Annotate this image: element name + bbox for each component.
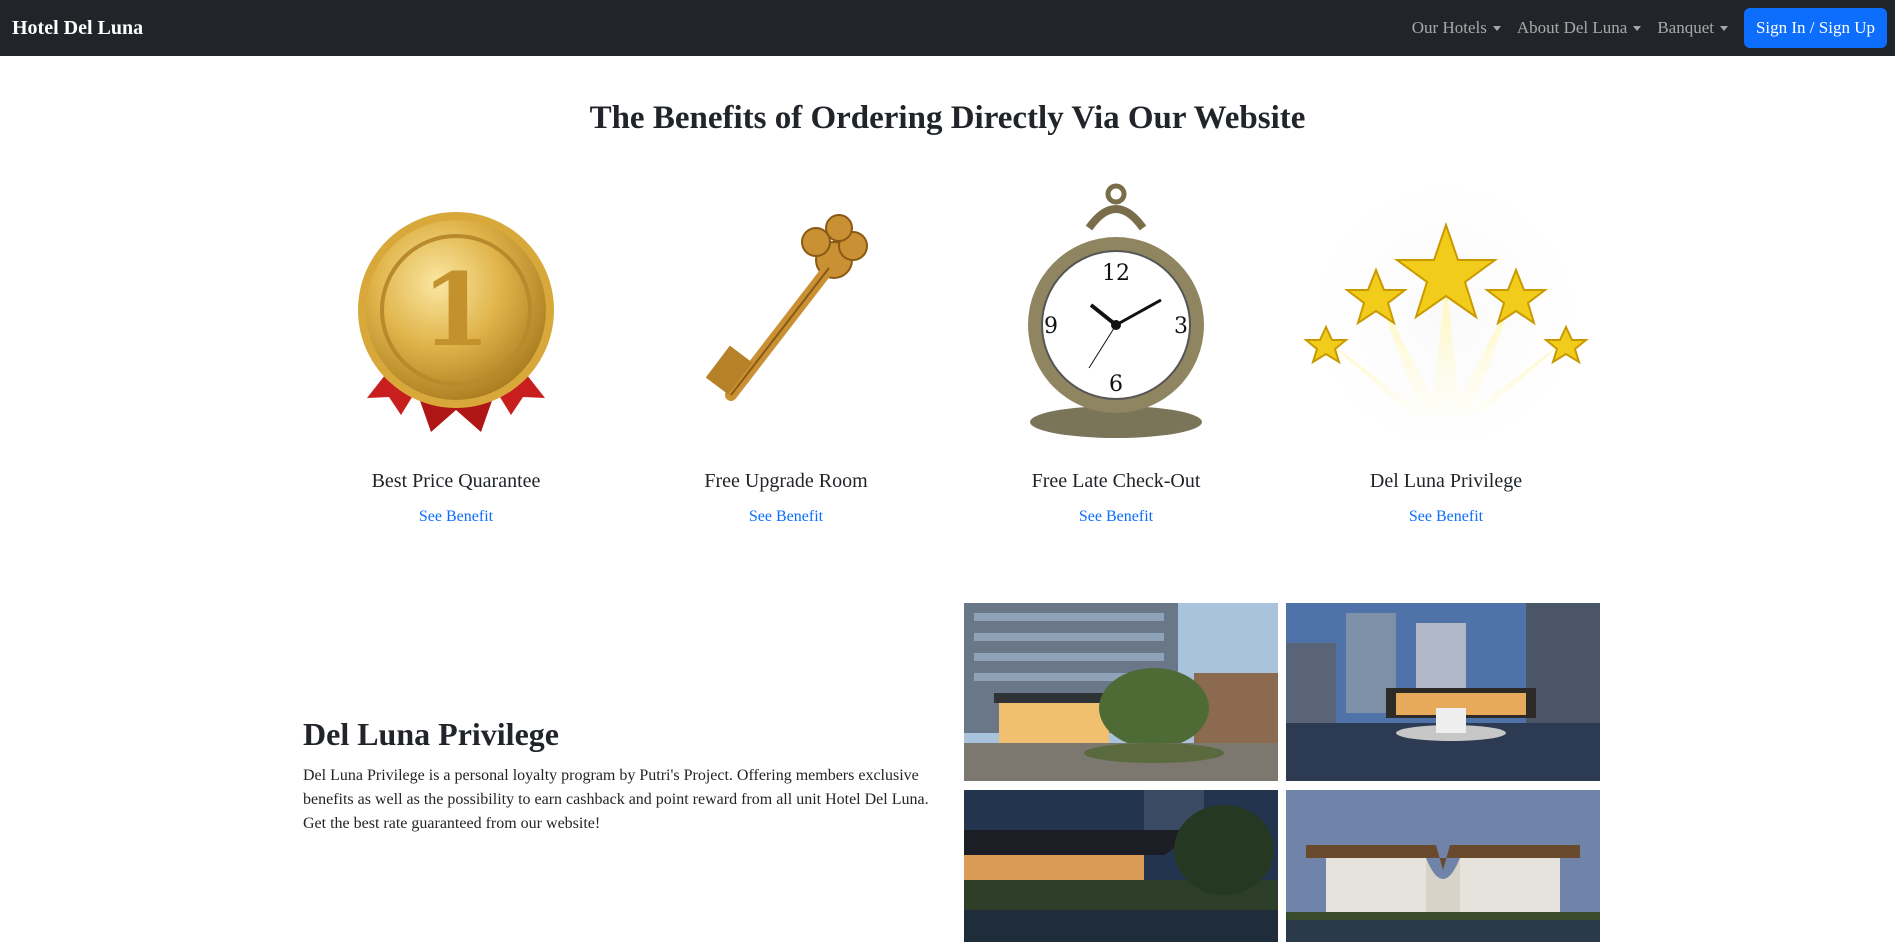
chevron-down-icon <box>1719 25 1728 31</box>
nav-about-label: About Del Luna <box>1516 18 1628 37</box>
see-benefit-link[interactable]: See Benefit <box>291 508 621 526</box>
privilege-title: Del Luna Privilege <box>303 716 559 752</box>
nav-links: Our Hotels About Del Luna Banquet Sign I… <box>1412 0 1887 56</box>
benefit-card: Del Luna Privilege See Benefit <box>1281 180 1611 526</box>
navbar: Hotel Del Luna Our Hotels About Del Luna… <box>0 0 1895 56</box>
pocket-watch-icon: 12 3 6 9 <box>951 180 1281 450</box>
benefits-heading: The Benefits of Ordering Directly Via Ou… <box>589 100 1306 136</box>
benefit-title: Free Late Check-Out <box>1031 470 1201 492</box>
hotel-photo <box>1286 790 1600 942</box>
svg-text:6: 6 <box>1109 372 1123 397</box>
chevron-down-icon <box>1492 25 1501 31</box>
nav-banquet-dropdown[interactable]: Banquet <box>1657 18 1728 38</box>
hotel-photo <box>1286 603 1600 781</box>
nav-about-dropdown[interactable]: About Del Luna <box>1516 18 1642 38</box>
svg-text:9: 9 <box>1044 314 1058 339</box>
signin-button[interactable]: Sign In / Sign Up <box>1743 8 1887 48</box>
benefit-title: Del Luna Privilege <box>1369 470 1523 492</box>
see-benefit-link[interactable]: See Benefit <box>951 508 1281 526</box>
stars-icon <box>1281 180 1611 450</box>
hotel-photo <box>964 603 1278 781</box>
chevron-down-icon <box>1633 25 1642 31</box>
svg-text:3: 3 <box>1174 314 1188 339</box>
see-benefit-link[interactable]: See Benefit <box>621 508 951 526</box>
privilege-description: Del Luna Privilege is a personal loyalty… <box>303 767 929 832</box>
golden-key-icon <box>621 180 951 450</box>
benefit-card: Free Upgrade Room See Benefit <box>621 180 951 526</box>
see-benefit-link[interactable]: See Benefit <box>1281 508 1611 526</box>
svg-text:1: 1 <box>421 251 491 369</box>
brand-logo[interactable]: Hotel Del Luna <box>12 17 143 40</box>
nav-our-hotels-label: Our Hotels <box>1411 18 1487 37</box>
benefit-card: 1 Best Price Quarantee See Benefit <box>291 180 621 526</box>
benefit-card: 12 3 6 9 Free Late Check-Out See Benefit <box>951 180 1281 526</box>
gold-medal-icon: 1 <box>291 180 621 450</box>
benefit-title: Best Price Quarantee <box>371 470 541 492</box>
hotel-photo <box>964 790 1278 942</box>
benefit-title: Free Upgrade Room <box>704 470 868 492</box>
svg-text:12: 12 <box>1102 261 1130 286</box>
nav-banquet-label: Banquet <box>1657 18 1714 37</box>
nav-our-hotels-dropdown[interactable]: Our Hotels <box>1412 18 1501 38</box>
